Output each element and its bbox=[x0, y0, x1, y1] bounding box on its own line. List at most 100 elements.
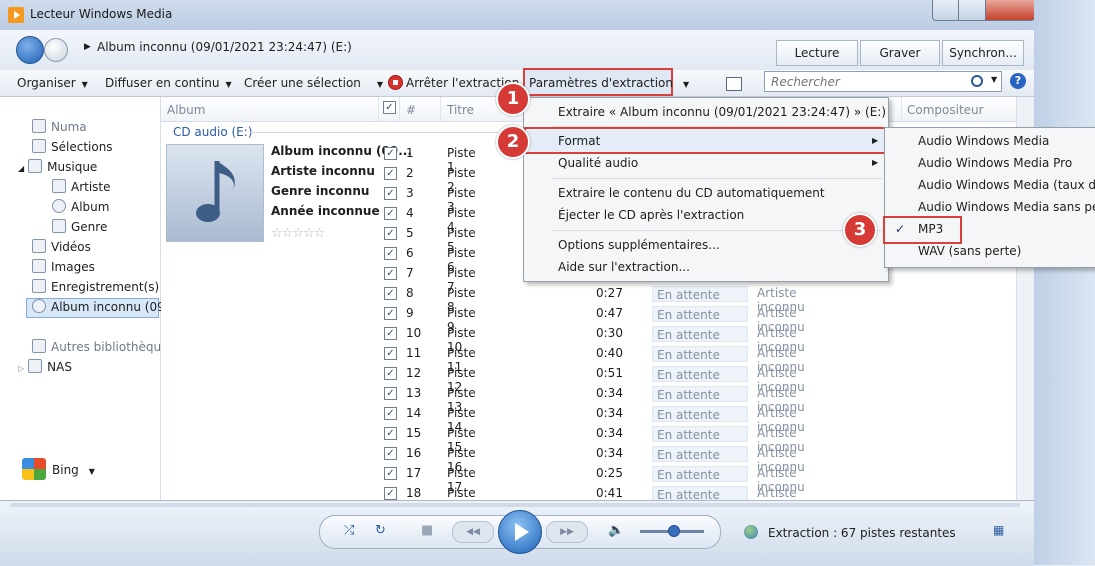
rating-stars[interactable]: ☆☆☆☆☆ bbox=[271, 226, 325, 241]
chevron-down-icon: ▼ bbox=[88, 467, 95, 476]
menu-item-wma-lossless[interactable]: Audio Windows Media sans perte bbox=[918, 200, 1095, 214]
bing-button[interactable]: Bing ▼ bbox=[22, 458, 95, 480]
format-highlight bbox=[524, 127, 886, 154]
sidebar-item-recordings[interactable]: Enregistrement(s) bbox=[32, 278, 159, 296]
search-input[interactable] bbox=[769, 74, 963, 90]
track-number: 14 bbox=[406, 406, 422, 420]
track-number: 3 bbox=[406, 186, 414, 200]
view-options-icon[interactable] bbox=[726, 77, 742, 91]
sidebar-item-other-libraries[interactable]: Autres bibliothèques bbox=[32, 338, 175, 356]
help-icon[interactable]: ? bbox=[1010, 73, 1026, 89]
rip-settings-button[interactable]: Paramètres d'extraction ▼ bbox=[529, 76, 689, 90]
track-checkbox[interactable]: ✓ bbox=[384, 147, 397, 160]
album-genre[interactable]: Genre inconnu bbox=[271, 184, 369, 198]
seek-bar[interactable] bbox=[10, 503, 1020, 507]
column-title[interactable]: Titre bbox=[447, 103, 474, 117]
stop-icon[interactable]: ■ bbox=[421, 523, 433, 538]
volume-knob[interactable] bbox=[668, 525, 680, 537]
volume-icon[interactable]: 🔈 bbox=[608, 523, 624, 538]
image-icon bbox=[32, 259, 46, 273]
shuffle-icon[interactable]: ⤮ bbox=[344, 523, 354, 538]
stream-menu[interactable]: Diffuser en continu ▼ bbox=[105, 76, 232, 90]
forward-button[interactable] bbox=[44, 38, 68, 62]
track-number: 13 bbox=[406, 386, 422, 400]
menu-item-wma-variable[interactable]: Audio Windows Media (taux d'éch bbox=[918, 178, 1095, 192]
sidebar-item-music[interactable]: ◢ Musique bbox=[18, 158, 97, 176]
track-number: 18 bbox=[406, 486, 422, 500]
album-art[interactable] bbox=[166, 144, 264, 242]
sidebar-item-numa[interactable]: Numa bbox=[32, 118, 87, 136]
track-checkbox[interactable]: ✓ bbox=[384, 307, 397, 320]
stop-rip-icon[interactable] bbox=[388, 75, 403, 90]
sidebar-item-genre[interactable]: Genre bbox=[52, 218, 107, 236]
track-checkbox[interactable]: ✓ bbox=[384, 327, 397, 340]
menu-item-rip-cd[interactable]: Extraire « Album inconnu (09/01/2021 23:… bbox=[558, 105, 886, 119]
sidebar-item-images[interactable]: Images bbox=[32, 258, 95, 276]
menu-item-more-options[interactable]: Options supplémentaires... bbox=[558, 238, 720, 252]
track-checkbox[interactable]: ✓ bbox=[384, 487, 397, 500]
track-status: En attente bbox=[652, 446, 748, 462]
column-album[interactable]: Album bbox=[167, 103, 205, 117]
menu-item-wav[interactable]: WAV (sans perte) bbox=[918, 244, 1021, 258]
track-checkbox[interactable]: ✓ bbox=[384, 407, 397, 420]
album-year[interactable]: Année inconnue bbox=[271, 204, 380, 218]
track-checkbox[interactable]: ✓ bbox=[384, 227, 397, 240]
track-checkbox[interactable]: ✓ bbox=[384, 387, 397, 400]
minimize-button[interactable] bbox=[932, 0, 959, 21]
track-checkbox[interactable]: ✓ bbox=[384, 427, 397, 440]
track-checkbox[interactable]: ✓ bbox=[384, 447, 397, 460]
track-checkbox[interactable]: ✓ bbox=[384, 167, 397, 180]
menu-item-auto-rip[interactable]: Extraire le contenu du CD automatiquemen… bbox=[558, 186, 825, 200]
rip-settings-menu: Extraire « Album inconnu (09/01/2021 23:… bbox=[523, 97, 889, 282]
search-box[interactable]: ▼ bbox=[764, 71, 1002, 92]
switch-to-now-playing-icon[interactable]: ▦ bbox=[993, 523, 1009, 537]
sidebar-item-videos[interactable]: Vidéos bbox=[32, 238, 91, 256]
back-button[interactable] bbox=[16, 36, 44, 64]
organize-menu[interactable]: Organiser ▼ bbox=[17, 76, 88, 90]
select-all-checkbox[interactable]: ✓ bbox=[383, 101, 396, 114]
desktop-background bbox=[1034, 0, 1095, 565]
sidebar-item-album[interactable]: Album bbox=[52, 198, 109, 216]
search-icon[interactable] bbox=[971, 75, 983, 87]
track-number: 2 bbox=[406, 166, 414, 180]
next-button[interactable]: ▶▶ bbox=[546, 521, 588, 543]
previous-button[interactable]: ◀◀ bbox=[452, 521, 494, 543]
track-checkbox[interactable]: ✓ bbox=[384, 287, 397, 300]
menu-item-eject[interactable]: Éjecter le CD après l'extraction bbox=[558, 208, 744, 222]
track-checkbox[interactable]: ✓ bbox=[384, 247, 397, 260]
menu-item-audio-quality[interactable]: Qualité audio bbox=[558, 156, 638, 170]
track-checkbox[interactable]: ✓ bbox=[384, 267, 397, 280]
play-button[interactable] bbox=[498, 510, 542, 554]
video-icon bbox=[32, 239, 46, 253]
sidebar-item-nas[interactable]: ▷ NAS bbox=[18, 358, 72, 376]
repeat-icon[interactable]: ↻ bbox=[375, 523, 386, 538]
create-playlist-menu[interactable]: Créer une sélection ▼ bbox=[244, 76, 383, 90]
menu-item-wma-pro[interactable]: Audio Windows Media Pro bbox=[918, 156, 1072, 170]
track-status: En attente bbox=[652, 386, 748, 402]
close-button[interactable] bbox=[985, 0, 1035, 21]
tab-sync[interactable]: Synchron... bbox=[942, 40, 1024, 66]
maximize-button[interactable] bbox=[958, 0, 986, 21]
track-checkbox[interactable]: ✓ bbox=[384, 347, 397, 360]
column-number[interactable]: # bbox=[406, 103, 416, 117]
track-checkbox[interactable]: ✓ bbox=[384, 467, 397, 480]
track-duration: 0:30 bbox=[596, 326, 623, 340]
globe-icon bbox=[744, 525, 758, 539]
track-checkbox[interactable]: ✓ bbox=[384, 187, 397, 200]
track-number: 15 bbox=[406, 426, 422, 440]
menu-item-rip-help[interactable]: Aide sur l'extraction... bbox=[558, 260, 690, 274]
sidebar-item-artist[interactable]: Artiste bbox=[52, 178, 111, 196]
column-composer[interactable]: Compositeur bbox=[907, 103, 984, 117]
album-artist[interactable]: Artiste inconnu bbox=[271, 164, 375, 178]
sidebar-item-playlists[interactable]: Sélections bbox=[32, 138, 113, 156]
breadcrumb[interactable]: Album inconnu (09/01/2021 23:24:47) (E:) bbox=[97, 40, 352, 54]
chevron-down-icon[interactable]: ▼ bbox=[991, 75, 997, 84]
track-checkbox[interactable]: ✓ bbox=[384, 207, 397, 220]
tab-burn[interactable]: Graver bbox=[860, 40, 940, 66]
media-player-icon bbox=[8, 7, 24, 23]
sidebar-item-cd[interactable]: Album inconnu (09/ bbox=[32, 298, 169, 316]
breadcrumb-arrow-icon[interactable]: ▶ bbox=[84, 42, 91, 52]
track-checkbox[interactable]: ✓ bbox=[384, 367, 397, 380]
menu-item-wma[interactable]: Audio Windows Media bbox=[918, 134, 1049, 148]
tab-play[interactable]: Lecture bbox=[776, 40, 858, 66]
